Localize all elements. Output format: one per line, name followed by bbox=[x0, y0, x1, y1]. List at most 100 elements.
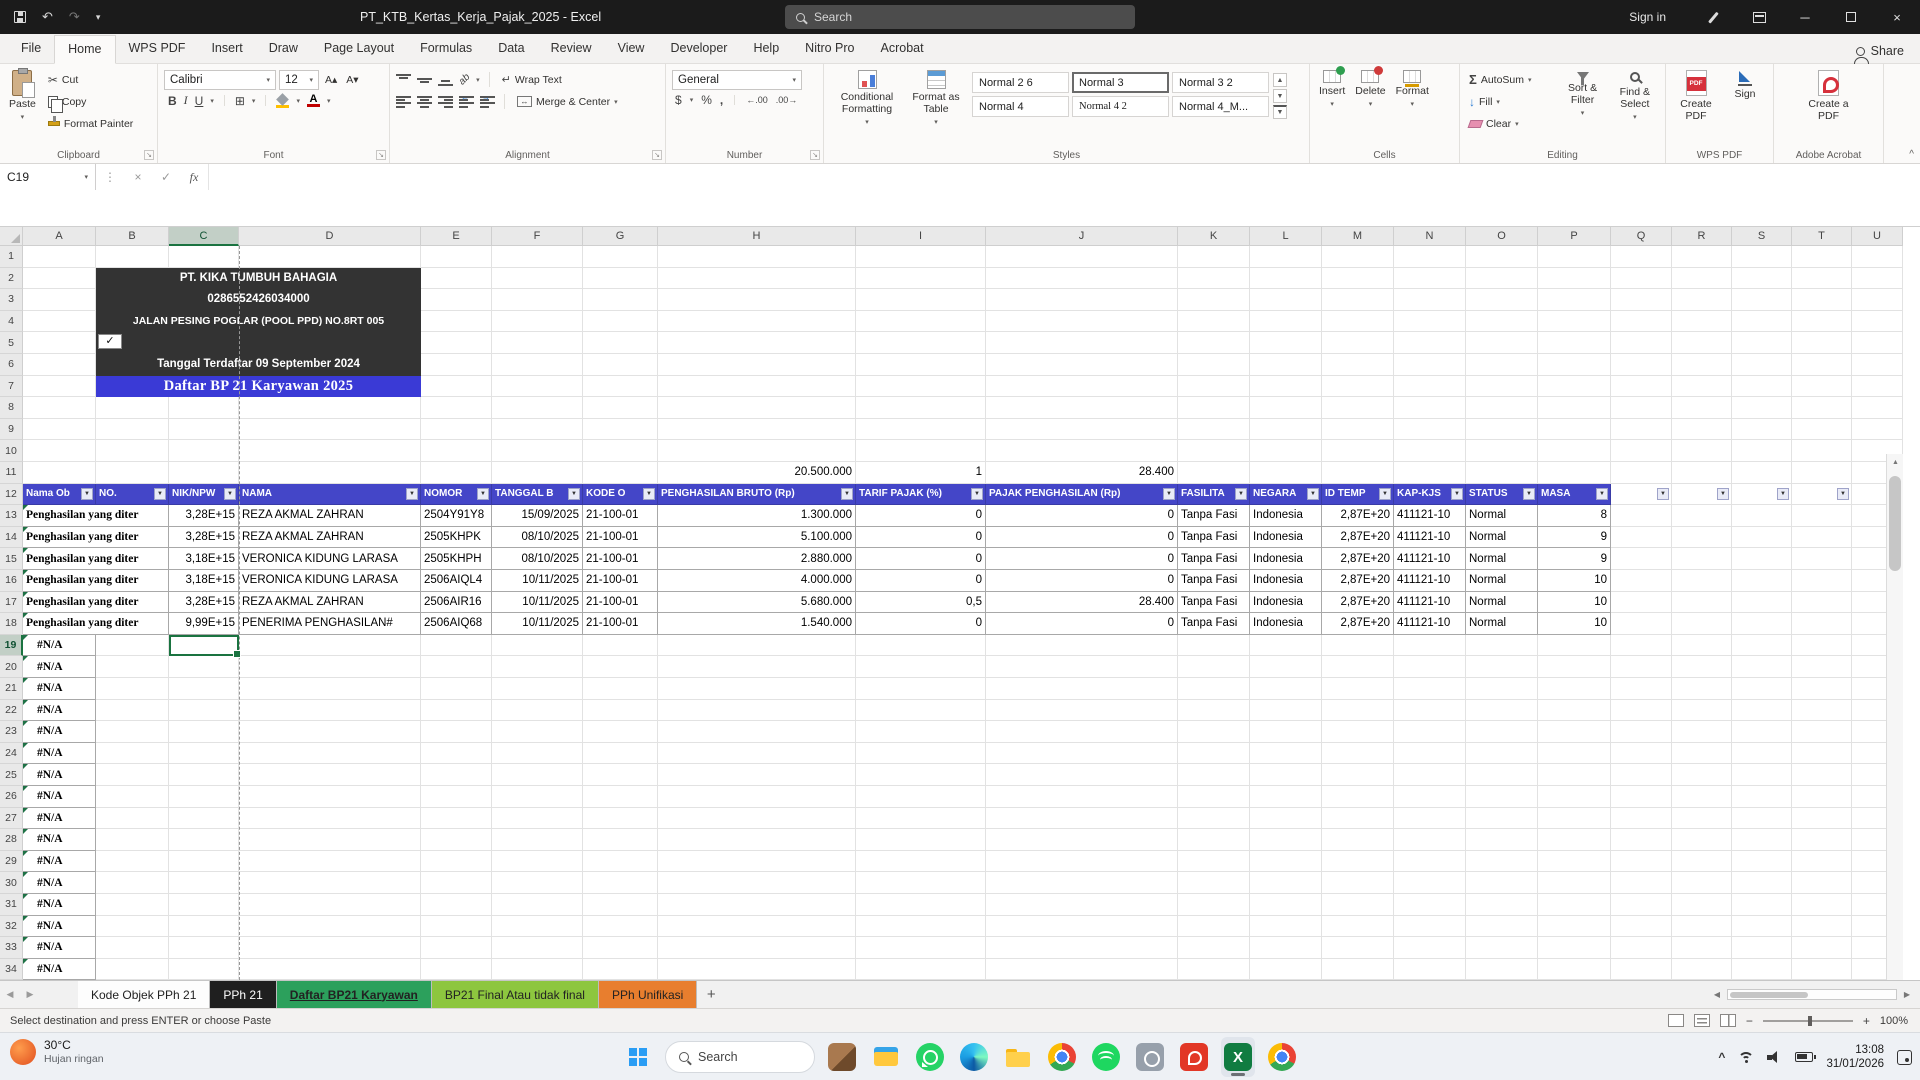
cell-E19[interactable] bbox=[421, 635, 492, 657]
cell-D24[interactable] bbox=[239, 743, 421, 765]
cell-C18[interactable]: 9,99E+15 bbox=[169, 613, 239, 635]
cell-N6[interactable] bbox=[1394, 354, 1466, 376]
shrink-font-button[interactable]: A▾ bbox=[343, 71, 361, 90]
cell-Q34[interactable] bbox=[1611, 959, 1672, 980]
cell-S25[interactable] bbox=[1732, 764, 1792, 786]
cell-U8[interactable] bbox=[1852, 397, 1903, 419]
cell-T15[interactable] bbox=[1792, 548, 1852, 570]
cell-D1[interactable] bbox=[239, 246, 421, 268]
cell-S18[interactable] bbox=[1732, 613, 1792, 635]
format-as-table-button[interactable]: Format as Table ▾ bbox=[904, 68, 968, 147]
filter-button-K12[interactable]: ▼ bbox=[1235, 488, 1247, 500]
column-header-H[interactable]: H bbox=[658, 227, 856, 246]
conditional-formatting-button[interactable]: Conditional Formatting ▾ bbox=[830, 68, 904, 147]
cell-M22[interactable] bbox=[1322, 700, 1394, 722]
cell-K20[interactable] bbox=[1178, 656, 1250, 678]
edit-mode-button[interactable] bbox=[1690, 0, 1736, 34]
battery-icon[interactable] bbox=[1795, 1052, 1813, 1062]
cell-D21[interactable] bbox=[239, 678, 421, 700]
cell-O33[interactable] bbox=[1466, 937, 1538, 959]
cell-I6[interactable] bbox=[856, 354, 986, 376]
cell-M2[interactable] bbox=[1322, 268, 1394, 290]
cell-N27[interactable] bbox=[1394, 808, 1466, 830]
cell-L7[interactable] bbox=[1250, 376, 1322, 398]
cell-M27[interactable] bbox=[1322, 808, 1394, 830]
cell-A14[interactable]: Penghasilan yang diter bbox=[23, 527, 169, 549]
cell-N29[interactable] bbox=[1394, 851, 1466, 873]
cell-I25[interactable] bbox=[856, 764, 986, 786]
sort-filter-button[interactable]: Sort & Filter ▾ bbox=[1558, 68, 1606, 147]
cell-E20[interactable] bbox=[421, 656, 492, 678]
cell-H1[interactable] bbox=[658, 246, 856, 268]
cell-M28[interactable] bbox=[1322, 829, 1394, 851]
cell-L19[interactable] bbox=[1250, 635, 1322, 657]
cell-O8[interactable] bbox=[1466, 397, 1538, 419]
row-header-25[interactable]: 25 bbox=[0, 764, 23, 786]
cell-Q9[interactable] bbox=[1611, 419, 1672, 441]
cell-C17[interactable]: 3,28E+15 bbox=[169, 592, 239, 614]
cell-H4[interactable] bbox=[658, 311, 856, 333]
cell-H31[interactable] bbox=[658, 894, 856, 916]
filter-button-M12[interactable]: ▼ bbox=[1379, 488, 1391, 500]
cell-S23[interactable] bbox=[1732, 721, 1792, 743]
fill-button[interactable]: ↓ Fill ▾ bbox=[1466, 92, 1554, 111]
cell-U7[interactable] bbox=[1852, 376, 1903, 398]
cell-T19[interactable] bbox=[1792, 635, 1852, 657]
cell-J23[interactable] bbox=[986, 721, 1178, 743]
cell-R23[interactable] bbox=[1672, 721, 1732, 743]
cell-E9[interactable] bbox=[421, 419, 492, 441]
cell-M15[interactable]: 2,87E+20 bbox=[1322, 548, 1394, 570]
column-header-S[interactable]: S bbox=[1732, 227, 1792, 246]
cell-O6[interactable] bbox=[1466, 354, 1538, 376]
format-painter-button[interactable]: Format Painter bbox=[45, 114, 136, 133]
cell-T33[interactable] bbox=[1792, 937, 1852, 959]
cell-K7[interactable] bbox=[1178, 376, 1250, 398]
cell-J31[interactable] bbox=[986, 894, 1178, 916]
align-center-icon[interactable] bbox=[417, 96, 432, 108]
cell-Q21[interactable] bbox=[1611, 678, 1672, 700]
cell-F27[interactable] bbox=[492, 808, 583, 830]
cell-K33[interactable] bbox=[1178, 937, 1250, 959]
cell-C25[interactable] bbox=[169, 764, 239, 786]
cell-A33[interactable]: #N/A bbox=[23, 937, 96, 959]
cell-P27[interactable] bbox=[1538, 808, 1611, 830]
cell-L17[interactable]: Indonesia bbox=[1250, 592, 1322, 614]
cell-O15[interactable]: Normal bbox=[1466, 548, 1538, 570]
cell-E27[interactable] bbox=[421, 808, 492, 830]
row-header-10[interactable]: 10 bbox=[0, 440, 23, 462]
italic-button[interactable]: I bbox=[184, 93, 188, 108]
cell-F12[interactable]: TANGGAL B▼ bbox=[492, 484, 583, 506]
cell-O17[interactable]: Normal bbox=[1466, 592, 1538, 614]
cell-E4[interactable] bbox=[421, 311, 492, 333]
filter-button-R12[interactable]: ▼ bbox=[1717, 488, 1729, 500]
cell-G6[interactable] bbox=[583, 354, 658, 376]
cancel-icon[interactable]: × bbox=[124, 164, 152, 190]
cell-T28[interactable] bbox=[1792, 829, 1852, 851]
maximize-button[interactable] bbox=[1828, 0, 1874, 34]
decrease-decimal-button[interactable]: .00→ bbox=[776, 95, 798, 105]
cell-I10[interactable] bbox=[856, 440, 986, 462]
column-header-U[interactable]: U bbox=[1852, 227, 1903, 246]
cell-F21[interactable] bbox=[492, 678, 583, 700]
cell-K6[interactable] bbox=[1178, 354, 1250, 376]
cell-M4[interactable] bbox=[1322, 311, 1394, 333]
cell-B29[interactable] bbox=[96, 851, 169, 873]
cell-J28[interactable] bbox=[986, 829, 1178, 851]
row-header-16[interactable]: 16 bbox=[0, 570, 23, 592]
cell-B11[interactable] bbox=[96, 462, 169, 484]
increase-decimal-button[interactable]: ←.00 bbox=[746, 95, 768, 105]
cell-Q18[interactable] bbox=[1611, 613, 1672, 635]
cell-F22[interactable] bbox=[492, 700, 583, 722]
cell-S4[interactable] bbox=[1732, 311, 1792, 333]
cell-P10[interactable] bbox=[1538, 440, 1611, 462]
cell-P19[interactable] bbox=[1538, 635, 1611, 657]
filter-button-F12[interactable]: ▼ bbox=[568, 488, 580, 500]
cell-E31[interactable] bbox=[421, 894, 492, 916]
cell-L13[interactable]: Indonesia bbox=[1250, 505, 1322, 527]
cell-A34[interactable]: #N/A bbox=[23, 959, 96, 980]
row-header-23[interactable]: 23 bbox=[0, 721, 23, 743]
cell-N21[interactable] bbox=[1394, 678, 1466, 700]
cell-S8[interactable] bbox=[1732, 397, 1792, 419]
tab-wps-pdf[interactable]: WPS PDF bbox=[116, 35, 199, 63]
cell-I34[interactable] bbox=[856, 959, 986, 980]
